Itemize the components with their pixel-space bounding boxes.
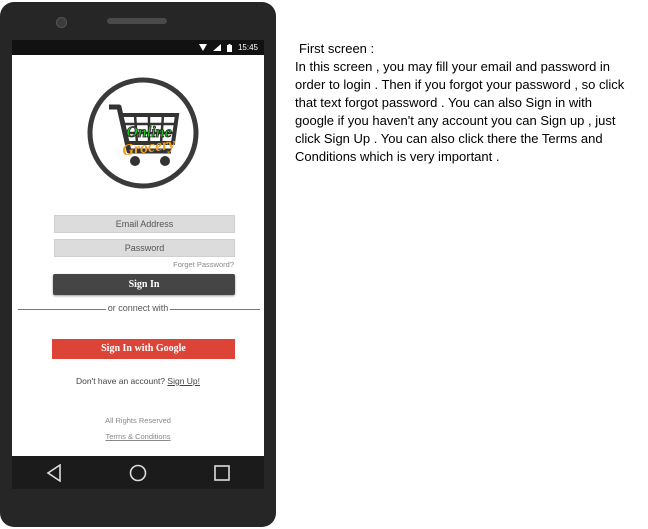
google-sign-in-button[interactable]: Sign In with Google — [52, 339, 235, 359]
terms-link[interactable]: Terms & Conditions — [12, 432, 264, 441]
signup-row: Don't have an account? Sign Up! — [12, 376, 264, 386]
email-field[interactable]: Email Address — [54, 215, 235, 233]
forgot-password-link[interactable]: Forget Password? — [173, 260, 234, 269]
signal-icon — [212, 44, 221, 51]
description-title: First screen : — [299, 41, 375, 56]
recent-apps-icon[interactable] — [214, 464, 231, 481]
back-icon[interactable] — [46, 463, 62, 482]
status-bar: 15:45 — [12, 40, 264, 55]
or-connect-label: or connect with — [105, 303, 171, 313]
phone-frame: 15:45 Online Grocery Email Address Passw… — [0, 2, 276, 527]
rights-label: All Rights Reserved — [105, 416, 171, 425]
front-camera — [56, 17, 67, 28]
navigation-bar — [12, 456, 264, 489]
password-field[interactable]: Password — [54, 239, 235, 257]
sign-in-button[interactable]: Sign In — [53, 274, 235, 295]
status-time: 15:45 — [237, 43, 258, 52]
description-panel: First screen : In this screen , you may … — [295, 40, 625, 166]
home-icon[interactable] — [129, 464, 147, 482]
earpiece-speaker — [107, 18, 167, 24]
no-account-label: Don't have an account? — [75, 376, 166, 386]
sign-up-link[interactable]: Sign Up! — [167, 376, 200, 386]
description-body: In this screen , you may fill your email… — [295, 59, 625, 164]
login-screen: Online Grocery Email Address Password Fo… — [12, 55, 264, 456]
wifi-icon — [198, 44, 207, 51]
battery-icon — [226, 43, 232, 52]
online-grocery-logo: Online Grocery — [87, 77, 199, 189]
